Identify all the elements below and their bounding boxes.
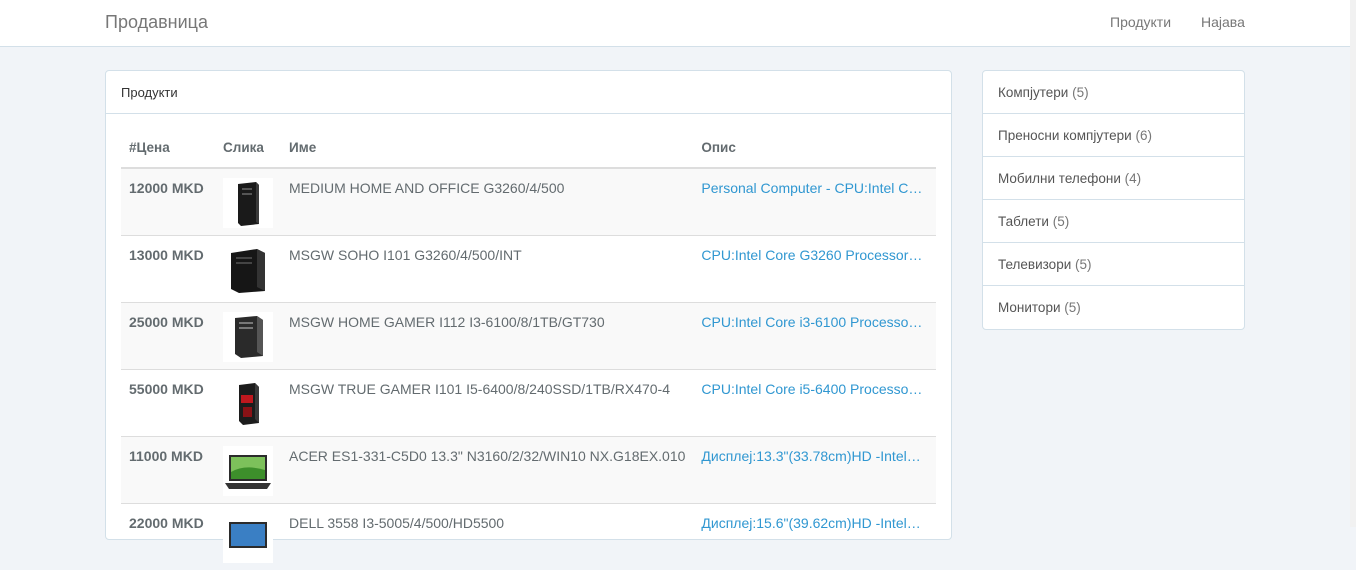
nav-link-login[interactable]: Најава bbox=[1201, 14, 1245, 30]
product-price: 25000 MKD bbox=[121, 301, 215, 369]
category-label: Компјутери bbox=[998, 85, 1069, 100]
table-row: 55000 MKD MSGW TRUE GAMER I101 I5-6400/8… bbox=[121, 368, 936, 436]
category-item-monitors[interactable]: Монитори (5) bbox=[983, 286, 1244, 329]
category-item-tablets[interactable]: Таблети (5) bbox=[983, 200, 1244, 243]
category-label: Монитори bbox=[998, 300, 1061, 315]
table-row: 12000 MKD MEDIUM HOME AND OFFICE G3260/4… bbox=[121, 167, 936, 235]
product-price: 22000 MKD bbox=[121, 502, 215, 570]
category-label: Преносни компјутери bbox=[998, 128, 1132, 143]
header-description: Опис bbox=[693, 128, 936, 169]
product-name: MSGW SOHO I101 G3260/4/500/INT bbox=[281, 234, 694, 302]
table-row: 11000 MKD ACER ES1-331-C5D0 13.3" N3160/… bbox=[121, 435, 936, 503]
category-label: Телевизори bbox=[998, 257, 1072, 272]
products-table: #Цена Слика Име Опис 12000 MKD MEDIUM HO… bbox=[121, 128, 936, 570]
header-name: Име bbox=[281, 128, 694, 169]
table-row: 22000 MKD DELL 3558 I3-5005/4/500/HD5500… bbox=[121, 502, 936, 570]
desktop-tower-image bbox=[223, 244, 273, 295]
category-count: (4) bbox=[1124, 171, 1142, 186]
product-description-link[interactable]: Personal Computer - CPU:Intel Core G3260 bbox=[701, 180, 923, 196]
category-count: (5) bbox=[1072, 85, 1089, 100]
header-image: Слика bbox=[215, 128, 281, 169]
nav-link-products[interactable]: Продукти bbox=[1110, 14, 1171, 30]
product-name: MSGW TRUE GAMER I101 I5-6400/8/240SSD/1T… bbox=[281, 368, 694, 436]
products-panel: Продукти #Цена Слика Име Опис 12000 MKD bbox=[105, 70, 952, 570]
category-item-laptops[interactable]: Преносни компјутери (6) bbox=[983, 114, 1244, 157]
product-description-link[interactable]: CPU:Intel Core G3260 Processor (3M Cache… bbox=[701, 247, 923, 263]
product-description-link[interactable]: Дисплеј:15.6"(39.62cm)HD -Intel Core bbox=[701, 515, 923, 531]
table-row: 25000 MKD MSGW HOME GAMER I112 I3-6100/8… bbox=[121, 301, 936, 369]
header-price: #Цена bbox=[121, 128, 215, 169]
category-item-computers[interactable]: Компјутери (5) bbox=[983, 71, 1244, 114]
product-name: MEDIUM HOME AND OFFICE G3260/4/500 bbox=[281, 167, 694, 235]
brand-title[interactable]: Продавница bbox=[105, 12, 208, 33]
category-count: (5) bbox=[1052, 214, 1070, 229]
category-count: (5) bbox=[1075, 257, 1092, 272]
product-price: 55000 MKD bbox=[121, 368, 215, 436]
product-name: ACER ES1-331-C5D0 13.3" N3160/2/32/WIN10… bbox=[281, 435, 694, 503]
category-count: (6) bbox=[1135, 128, 1152, 143]
category-item-televisions[interactable]: Телевизори (5) bbox=[983, 243, 1244, 286]
category-count: (5) bbox=[1064, 300, 1081, 315]
panel-title: Продукти bbox=[106, 71, 951, 114]
gaming-tower-image bbox=[223, 378, 273, 429]
product-price: 13000 MKD bbox=[121, 234, 215, 302]
category-label: Мобилни телефони bbox=[998, 171, 1121, 186]
product-description-link[interactable]: CPU:Intel Core i3-6100 Processor (3M Cac… bbox=[701, 314, 923, 330]
product-price: 11000 MKD bbox=[121, 435, 215, 503]
desktop-tower-image bbox=[223, 311, 273, 362]
category-label: Таблети bbox=[998, 214, 1049, 229]
category-list: Компјутери (5) Преносни компјутери (6) М… bbox=[982, 70, 1245, 330]
page-scrollbar[interactable] bbox=[1350, 0, 1356, 527]
product-name: MSGW HOME GAMER I112 I3-6100/8/1TB/GT730 bbox=[281, 301, 694, 369]
desktop-tower-image bbox=[223, 178, 273, 228]
product-description-link[interactable]: CPU:Intel Core i5-6400 Processor (6M Cac… bbox=[701, 381, 923, 397]
product-name: DELL 3558 I3-5005/4/500/HD5500 bbox=[281, 502, 694, 570]
top-navbar: Продавница Продукти Најава bbox=[0, 0, 1350, 47]
table-row: 13000 MKD MSGW SOHO I101 G3260/4/500/INT… bbox=[121, 234, 936, 302]
table-header-row: #Цена Слика Име Опис bbox=[121, 128, 936, 169]
laptop-image bbox=[223, 512, 273, 563]
laptop-image bbox=[223, 445, 273, 496]
product-price: 12000 MKD bbox=[121, 167, 215, 235]
category-item-mobile-phones[interactable]: Мобилни телефони (4) bbox=[983, 157, 1244, 200]
product-description-link[interactable]: Дисплеј:13.3"(33.78cm)HD -Intel Celeron bbox=[701, 448, 923, 464]
